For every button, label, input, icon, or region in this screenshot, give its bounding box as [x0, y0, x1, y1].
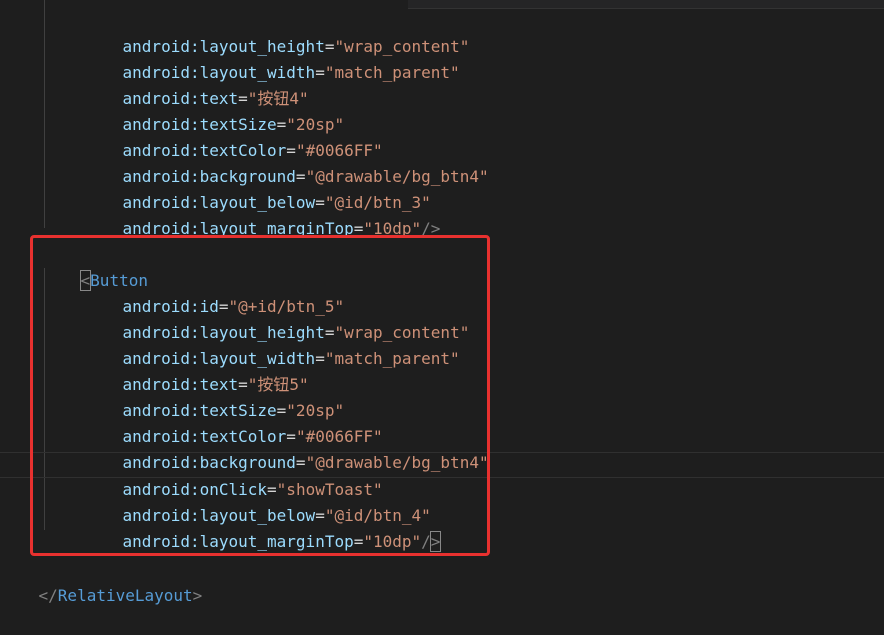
annotation-highlight-box — [30, 235, 490, 556]
code-editor[interactable]: android:layout_height="wrap_content" and… — [0, 0, 884, 605]
code-line[interactable]: android:layout_below="@id/btn_3" — [84, 164, 431, 212]
code-line[interactable]: android:layout_width="match_parent" — [84, 34, 460, 82]
closing-tag-end: > — [192, 586, 203, 605]
editor-tab-strip — [408, 0, 884, 9]
equals-sign: = — [315, 63, 325, 82]
code-line[interactable]: android:textSize="20sp" — [84, 86, 345, 134]
indent-guide — [44, 0, 45, 228]
code-line[interactable]: android:background="@drawable/bg_btn4" — [84, 138, 489, 186]
code-line-closing-tag[interactable]: </RelativeLayout> — [0, 557, 203, 605]
attribute-value: "match_parent" — [324, 63, 460, 82]
editor-top-bar — [0, 0, 884, 9]
closing-tag-name: RelativeLayout — [57, 586, 193, 605]
closing-tag-open: </ — [38, 586, 58, 605]
code-line[interactable]: android:textColor="#0066FF" — [84, 112, 383, 160]
code-line[interactable]: android:layout_marginTop="10dp"/> — [84, 190, 441, 238]
code-line[interactable]: android:text="按钮4" — [84, 60, 309, 108]
code-line[interactable]: android:layout_height="wrap_content" — [84, 8, 470, 56]
